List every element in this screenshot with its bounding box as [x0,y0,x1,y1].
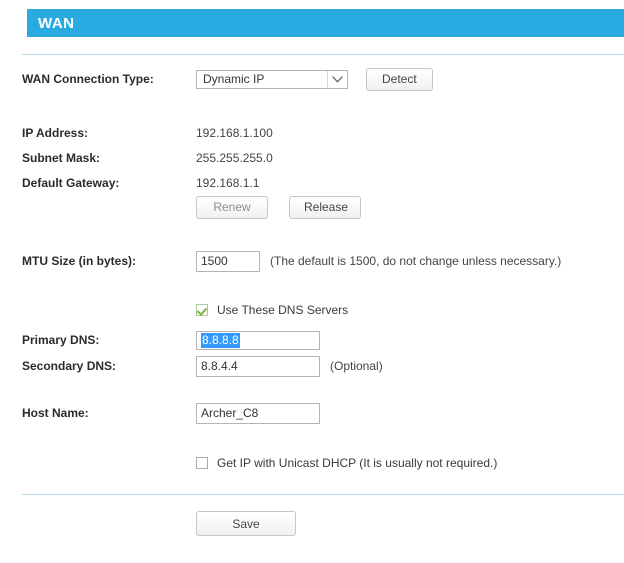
row-lease-buttons: Renew Release [0,195,624,219]
default-gateway-label: Default Gateway: [22,176,120,190]
row-subnet-mask: Subnet Mask: 255.255.255.0 [0,147,624,169]
secondary-dns-label: Secondary DNS: [22,359,117,373]
connection-type-field: Dynamic IP Detect [196,67,433,91]
detect-button[interactable]: Detect [366,67,433,91]
ip-address-field: 192.168.1.100 [196,126,273,140]
default-gateway-field: 192.168.1.1 [196,176,259,190]
mtu-label: MTU Size (in bytes): [22,254,137,268]
subnet-mask-field: 255.255.255.0 [196,151,273,165]
primary-dns-value: 8.8.8.8 [201,332,240,348]
release-button[interactable]: Release [289,195,361,219]
host-name-label: Host Name: [22,406,89,420]
wan-settings-form: WAN Connection Type: Dynamic IP Detect I… [0,54,624,563]
secondary-dns-field: (Optional) [196,355,383,377]
connection-type-select[interactable]: Dynamic IP [196,69,348,89]
row-connection-type: WAN Connection Type: Dynamic IP Detect [0,67,624,91]
row-primary-dns: Primary DNS: 8.8.8.8 [0,329,624,351]
default-gateway-value: 192.168.1.1 [196,176,260,190]
row-default-gateway: Default Gateway: 192.168.1.1 [0,172,624,194]
subnet-mask-value: 255.255.255.0 [196,151,273,165]
ip-address-label: IP Address: [22,126,89,140]
secondary-dns-input[interactable] [196,355,320,377]
lease-buttons-group: Renew Release [196,195,361,219]
connection-type-selected-value: Dynamic IP [203,72,265,86]
page-title: WAN [38,14,75,32]
mtu-note: (The default is 1500, do not change unle… [270,254,562,268]
subnet-mask-label: Subnet Mask: [22,151,101,165]
save-button-wrap: Save [196,511,296,536]
primary-dns-input[interactable]: 8.8.8.8 [196,330,320,350]
mtu-field: (The default is 1500, do not change unle… [196,250,562,272]
use-dns-servers-label: Use These DNS Servers [217,303,349,317]
chevron-down-icon[interactable] [327,70,347,88]
page-header: WAN [27,9,624,37]
save-button[interactable]: Save [196,511,296,536]
unicast-dhcp-checkbox[interactable] [196,457,208,469]
row-mtu: MTU Size (in bytes): (The default is 150… [0,250,624,272]
mtu-input[interactable] [196,250,260,272]
use-dns-servers-checkbox[interactable] [196,304,208,316]
use-dns-servers-row[interactable]: Use These DNS Servers [196,303,348,317]
renew-button[interactable]: Renew [196,195,268,219]
primary-dns-field: 8.8.8.8 [196,330,320,350]
footer-divider [22,494,624,495]
row-host-name: Host Name: [0,402,624,424]
host-name-input[interactable] [196,402,320,424]
secondary-dns-note: (Optional) [330,359,383,373]
row-secondary-dns: Secondary DNS: (Optional) [0,355,624,377]
row-ip-address: IP Address: 192.168.1.100 [0,122,624,144]
unicast-dhcp-label: Get IP with Unicast DHCP (It is usually … [217,456,498,470]
unicast-dhcp-row[interactable]: Get IP with Unicast DHCP (It is usually … [196,456,497,470]
primary-dns-label: Primary DNS: [22,333,100,347]
ip-address-value: 192.168.1.100 [196,126,273,140]
host-name-field [196,402,320,424]
connection-type-label: WAN Connection Type: [22,72,154,86]
